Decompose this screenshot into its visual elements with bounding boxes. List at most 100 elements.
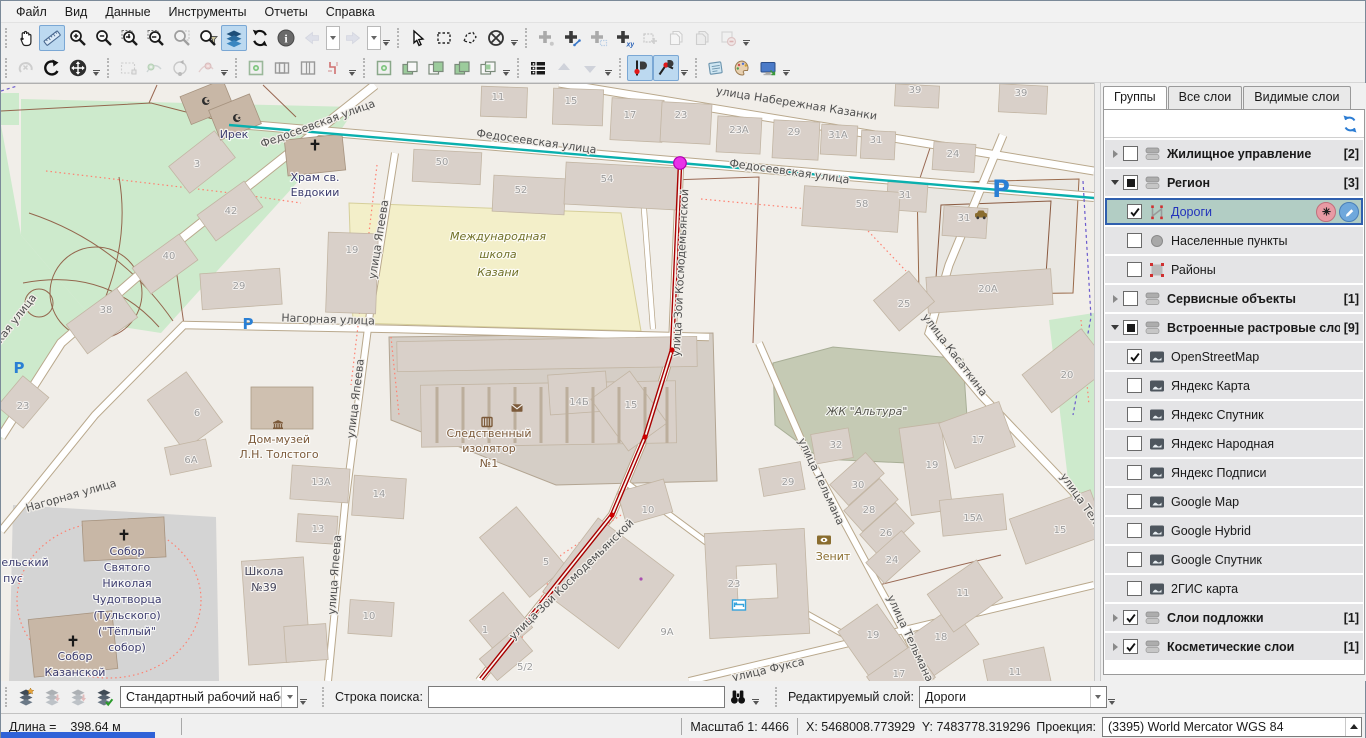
overlay-subtract-button[interactable] xyxy=(475,55,501,81)
toolbar-grip[interactable] xyxy=(397,28,402,48)
layer-checkbox[interactable] xyxy=(1123,146,1138,161)
toolbar-grip[interactable] xyxy=(5,58,10,78)
toolbar-overflow-button[interactable] xyxy=(298,685,308,709)
dropdown-arrow-icon[interactable] xyxy=(281,687,297,707)
route-node[interactable] xyxy=(609,512,614,517)
layers-visibility-button[interactable] xyxy=(221,25,247,51)
dropdown-up-arrow-icon[interactable] xyxy=(1345,718,1361,736)
select-cursor-button[interactable] xyxy=(405,25,431,51)
toolbar-grip[interactable] xyxy=(5,28,10,48)
layer-row-Дороги[interactable]: Дороги xyxy=(1105,198,1363,225)
history-back-button[interactable] xyxy=(299,25,325,51)
workset-revert-button[interactable] xyxy=(65,684,91,710)
snap-to-line-button[interactable] xyxy=(653,55,679,81)
toolbar-overflow-button[interactable] xyxy=(781,56,791,80)
clear-selection-button[interactable] xyxy=(483,25,509,51)
overlay-union-button[interactable] xyxy=(449,55,475,81)
paste-object-button[interactable] xyxy=(637,25,663,51)
refresh-map-button[interactable] xyxy=(247,25,273,51)
layer-checkbox[interactable] xyxy=(1127,494,1142,509)
layer-debug-button[interactable] xyxy=(1316,202,1336,222)
vertex-add-button[interactable] xyxy=(141,55,167,81)
toolbar-grip[interactable] xyxy=(695,58,700,78)
vertex-delete-button[interactable] xyxy=(193,55,219,81)
edit-extent-button[interactable] xyxy=(115,55,141,81)
workset-delete-button[interactable] xyxy=(39,684,65,710)
layer-row-Регион[interactable]: Регион[3] xyxy=(1105,169,1363,196)
toolbar-overflow-button[interactable] xyxy=(603,56,613,80)
layer-row-Google Map[interactable]: Google Map xyxy=(1105,488,1363,515)
layer-row-Яндекс Народная[interactable]: Яндекс Народная xyxy=(1105,430,1363,457)
layer-checkbox[interactable] xyxy=(1127,581,1142,596)
attribute-table-button[interactable] xyxy=(525,55,551,81)
toolbar-grip[interactable] xyxy=(775,687,780,707)
map-viewport[interactable]: улица Набережная КазанкиФедосеевская ули… xyxy=(1,83,1094,681)
zoom-in-rect-button[interactable] xyxy=(117,25,143,51)
layer-checkbox[interactable] xyxy=(1123,175,1138,190)
topology-split-button[interactable] xyxy=(295,55,321,81)
tab-Все слои[interactable]: Все слои xyxy=(1168,86,1243,109)
layer-row-Яндекс Подписи[interactable]: Яндекс Подписи xyxy=(1105,459,1363,486)
workset-save-button[interactable] xyxy=(91,684,117,710)
create-polygon-button[interactable] xyxy=(585,25,611,51)
menu-0[interactable]: Файл xyxy=(7,3,56,21)
export-view-button[interactable] xyxy=(755,55,781,81)
expand-toggle[interactable] xyxy=(1109,614,1121,622)
toolbar-overflow-button[interactable] xyxy=(509,26,519,50)
toolbar-grip[interactable] xyxy=(322,687,327,707)
menu-3[interactable]: Инструменты xyxy=(160,3,256,21)
layer-checkbox[interactable] xyxy=(1127,378,1142,393)
move-up-button[interactable] xyxy=(551,55,577,81)
layer-checkbox[interactable] xyxy=(1123,610,1138,625)
object-info-button[interactable]: i xyxy=(273,25,299,51)
expand-toggle[interactable] xyxy=(1109,295,1121,303)
toolbar-grip[interactable] xyxy=(525,28,530,48)
delete-object-button[interactable] xyxy=(715,25,741,51)
expand-toggle[interactable] xyxy=(1109,643,1121,651)
workset-new-button[interactable] xyxy=(13,684,39,710)
route-node[interactable] xyxy=(642,434,647,439)
pan-tool-button[interactable] xyxy=(13,25,39,51)
copy-object-button[interactable] xyxy=(663,25,689,51)
tab-Видимые слои[interactable]: Видимые слои xyxy=(1243,86,1350,109)
search-input[interactable] xyxy=(428,686,725,708)
layer-checkbox[interactable] xyxy=(1127,436,1142,451)
layer-checkbox[interactable] xyxy=(1127,552,1142,567)
select-polygon-button[interactable] xyxy=(457,25,483,51)
workset-dropdown[interactable]: Стандартный рабочий набор xyxy=(120,686,298,708)
toolbar-grip[interactable] xyxy=(5,687,10,707)
toolbar-overflow-button[interactable] xyxy=(741,26,751,50)
layer-checkbox[interactable] xyxy=(1127,233,1142,248)
refresh-layers-button[interactable] xyxy=(1338,112,1362,136)
overlay-combine-button[interactable] xyxy=(423,55,449,81)
create-point-button[interactable] xyxy=(533,25,559,51)
dropdown-arrow-icon[interactable] xyxy=(1090,687,1106,707)
toolbar-overflow-button[interactable] xyxy=(91,56,101,80)
toolbar-grip[interactable] xyxy=(235,58,240,78)
layer-row-Слои подложки[interactable]: Слои подложки[1] xyxy=(1105,604,1363,631)
topology-add-button[interactable] xyxy=(243,55,269,81)
toolbar-overflow-button[interactable] xyxy=(751,685,761,709)
search-area-button[interactable] xyxy=(195,25,221,51)
edit-layer-dropdown[interactable]: Дороги xyxy=(919,686,1107,708)
toolbar-overflow-button[interactable] xyxy=(381,26,391,50)
notes-button[interactable] xyxy=(703,55,729,81)
history-forward-button[interactable] xyxy=(340,25,366,51)
select-rectangle-button[interactable] xyxy=(431,25,457,51)
layer-checkbox[interactable] xyxy=(1127,407,1142,422)
menu-1[interactable]: Вид xyxy=(56,3,97,21)
toolbar-grip[interactable] xyxy=(517,58,522,78)
style-palette-button[interactable] xyxy=(729,55,755,81)
panel-splitter[interactable] xyxy=(1094,83,1101,681)
toolbar-grip[interactable] xyxy=(363,58,368,78)
zoom-out-button[interactable] xyxy=(91,25,117,51)
menu-5[interactable]: Справка xyxy=(317,3,384,21)
undo-cancel-button[interactable] xyxy=(13,55,39,81)
layer-row-Косметические слои[interactable]: Косметические слои[1] xyxy=(1105,633,1363,660)
route-node[interactable] xyxy=(669,347,674,352)
layer-row-OpenStreetMap[interactable]: OpenStreetMap xyxy=(1105,343,1363,370)
selected-route-node[interactable] xyxy=(674,157,687,170)
layer-row-2ГИС карта[interactable]: 2ГИС карта xyxy=(1105,575,1363,602)
overlay-add-button[interactable] xyxy=(371,55,397,81)
tab-Группы[interactable]: Группы xyxy=(1103,86,1167,109)
